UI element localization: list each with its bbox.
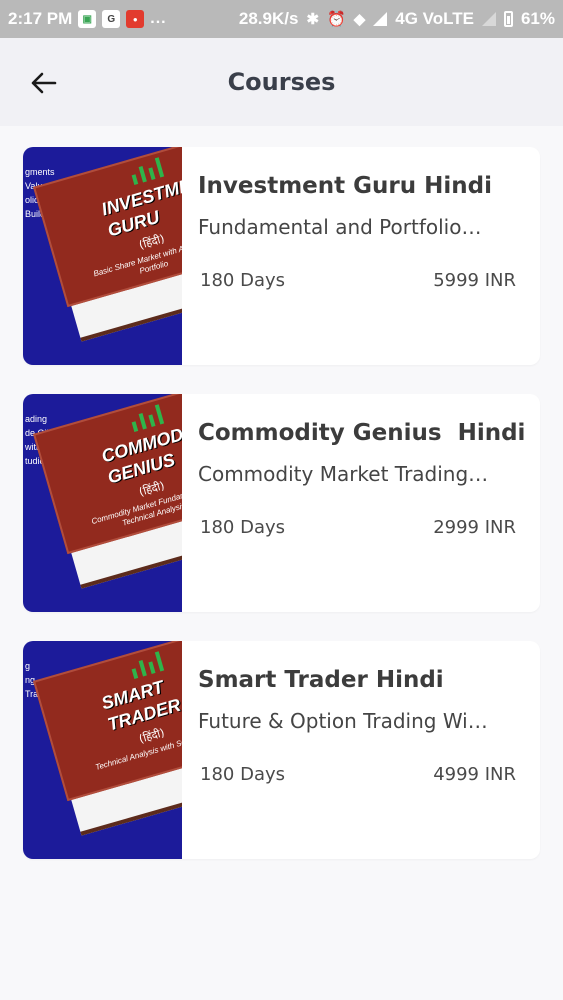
course-price: 2999 INR	[433, 517, 516, 538]
course-duration: 180 Days	[200, 517, 285, 538]
course-thumbnail: ading de Oil, NG... with Software tudies…	[23, 394, 182, 612]
candlestick-icon	[129, 404, 165, 432]
course-price: 5999 INR	[433, 270, 516, 291]
course-duration: 180 Days	[200, 764, 285, 785]
more-notifications-dots: ...	[150, 10, 167, 27]
wifi-icon: ◆	[353, 11, 366, 28]
battery-level: 61%	[520, 9, 555, 28]
course-card[interactable]: gments Valuation olio with CAGR Builder …	[23, 147, 540, 365]
book-cover-subtitle: Technical Analysis with Software	[94, 731, 182, 772]
back-arrow-icon	[31, 72, 57, 94]
bluetooth-icon: ✱	[306, 11, 320, 28]
page-title: Courses	[227, 68, 336, 96]
candlestick-icon	[129, 157, 165, 185]
course-subtitle: Fundamental and Portfolio…	[198, 215, 482, 239]
battery-icon	[503, 11, 513, 27]
course-info: Commodity Genius Hindi Commodity Market …	[198, 394, 525, 612]
google-icon: G	[102, 10, 121, 28]
course-list: gments Valuation olio with CAGR Builder …	[0, 126, 563, 859]
course-thumbnail: gments Valuation olio with CAGR Builder …	[23, 147, 182, 365]
course-subtitle: Future & Option Trading Wi…	[198, 709, 488, 733]
book-graphic: INVESTMENT GURU (हिंदी) Basic Share Mark…	[33, 147, 182, 365]
course-card[interactable]: ading de Oil, NG... with Software tudies…	[23, 394, 540, 612]
back-button[interactable]	[26, 66, 60, 100]
course-title: Investment Guru Hindi	[198, 173, 492, 199]
course-info: Smart Trader Hindi Future & Option Tradi…	[198, 641, 516, 859]
app-bar: Courses	[0, 38, 563, 126]
course-info: Investment Guru Hindi Fundamental and Po…	[198, 147, 516, 365]
book-graphic: SMART TRADER (हिंदी) Technical Analysis …	[33, 641, 182, 859]
book-graphic: COMMODITY GENIUS (हिंदी) Commodity Marke…	[33, 394, 182, 612]
notification-app-icon: ▣	[78, 10, 97, 28]
network-speed: 28.9K/s	[238, 9, 299, 28]
signal-secondary-icon	[481, 12, 496, 26]
course-duration: 180 Days	[200, 270, 285, 291]
candlestick-icon	[129, 651, 165, 679]
airtel-icon: ●	[126, 10, 145, 28]
signal-icon	[373, 12, 388, 26]
course-title: Smart Trader Hindi	[198, 667, 444, 693]
alarm-icon: ⏰	[327, 11, 346, 28]
course-title: Commodity Genius Hindi	[198, 420, 526, 446]
course-price: 4999 INR	[433, 764, 516, 785]
network-type: 4G VoLTE	[395, 9, 474, 28]
status-bar: 2:17 PM ▣ G ● ... 28.9K/s ✱ ⏰ ◆ 4G VoLTE…	[0, 0, 563, 38]
course-thumbnail: g ng Trading SMART TRADER (हिंदी) Techn	[23, 641, 182, 859]
status-time: 2:17 PM	[8, 9, 73, 28]
course-card[interactable]: g ng Trading SMART TRADER (हिंदी) Techn	[23, 641, 540, 859]
course-subtitle: Commodity Market Trading…	[198, 462, 489, 486]
